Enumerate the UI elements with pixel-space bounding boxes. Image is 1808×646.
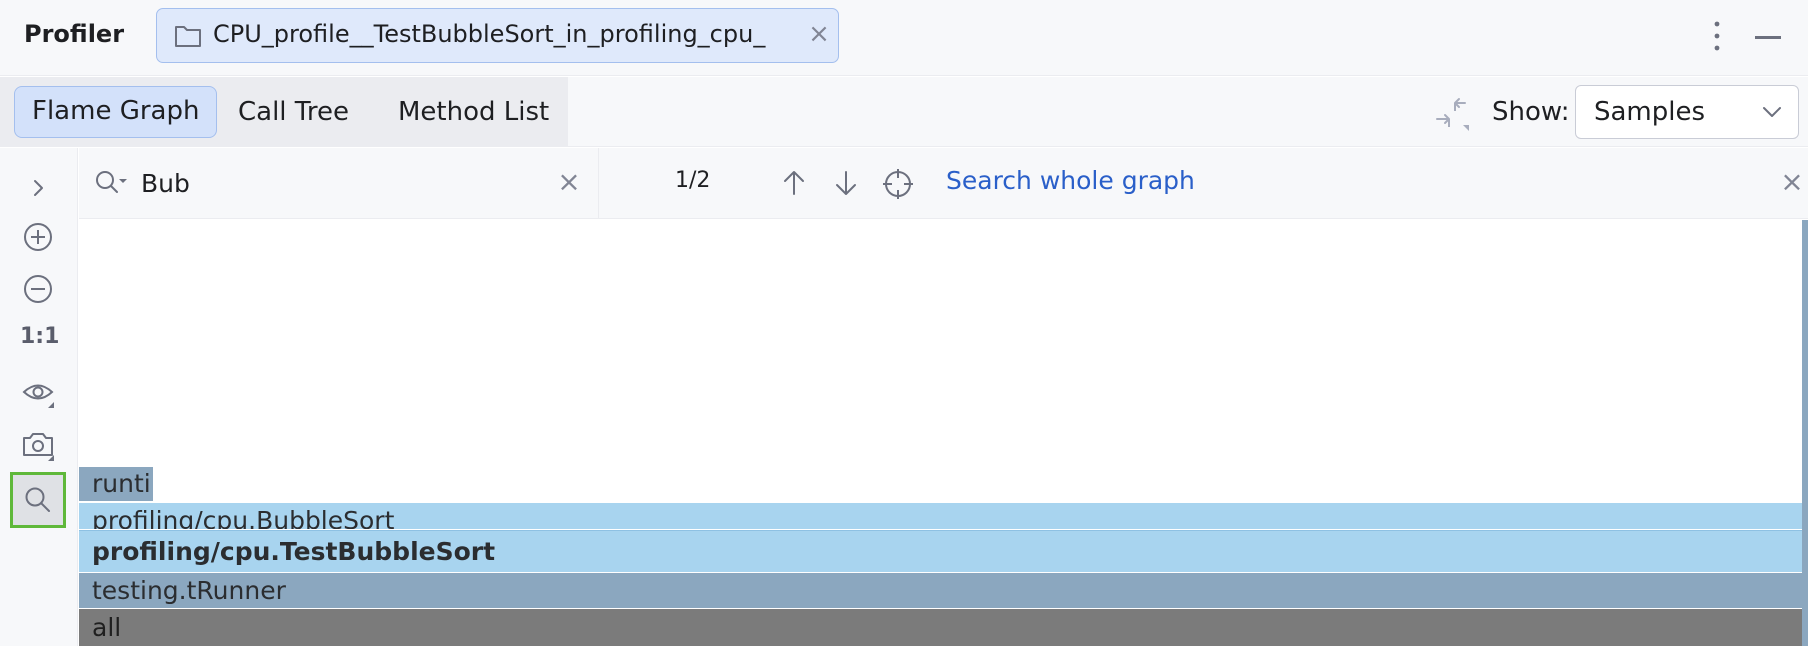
minimize-icon[interactable] <box>1755 36 1781 39</box>
match-count: 1/2 <box>675 168 711 193</box>
view-toolbar: Flame Graph Call Tree Method List Show: … <box>0 77 1808 147</box>
show-select-value: Samples <box>1594 97 1706 127</box>
search-input[interactable] <box>139 164 519 202</box>
flame-frame-runtime[interactable]: runtir <box>79 467 153 501</box>
flame-frame-all[interactable]: all <box>79 609 1808 646</box>
search-toggle-button[interactable] <box>10 472 66 528</box>
chevron-down-icon <box>1763 107 1781 117</box>
camera-icon[interactable] <box>20 427 56 463</box>
flame-frame-bubblesort[interactable]: profiling/cpu.BubbleSort <box>79 503 1802 529</box>
locate-icon[interactable] <box>881 167 915 201</box>
show-select[interactable]: Samples <box>1575 85 1799 139</box>
arrow-down-icon[interactable] <box>831 167 861 199</box>
search-icon <box>25 487 50 512</box>
clear-search-icon[interactable]: × <box>556 167 582 197</box>
show-label: Show: <box>1492 97 1570 127</box>
flame-frame-trunner[interactable]: testing.tRunner <box>79 573 1808 608</box>
flame-frame-testbubblesort[interactable]: profiling/cpu.TestBubbleSort <box>79 530 1808 572</box>
zoom-in-icon[interactable] <box>20 219 56 255</box>
eye-icon[interactable] <box>20 375 56 411</box>
expand-icon[interactable] <box>20 170 56 206</box>
more-vertical-icon[interactable] <box>1707 16 1727 56</box>
collapse-icon[interactable] <box>1433 95 1471 133</box>
arrow-up-icon[interactable] <box>779 167 809 199</box>
view-tabs: Flame Graph Call Tree Method List <box>0 77 568 147</box>
search-history-icon[interactable] <box>93 168 129 198</box>
folder-icon <box>175 26 201 47</box>
search-whole-graph-link[interactable]: Search whole graph <box>946 166 1195 195</box>
close-tab-icon[interactable]: × <box>806 21 832 47</box>
file-tab[interactable]: CPU_profile__TestBubbleSort_in_profiling… <box>156 8 839 63</box>
tab-call-tree[interactable]: Call Tree <box>221 86 366 138</box>
app-title: Profiler <box>24 20 125 48</box>
flame-graph: runtir profiling/cpu.BubbleSort profilin… <box>79 220 1808 646</box>
divider <box>598 148 599 219</box>
file-tab-label: CPU_profile__TestBubbleSort_in_profiling… <box>213 20 766 48</box>
close-search-icon[interactable]: × <box>1779 167 1805 197</box>
left-tool-strip: 1:1 <box>0 148 78 646</box>
title-bar: Profiler CPU_profile__TestBubbleSort_in_… <box>0 0 1808 76</box>
search-bar: × 1/2 Search whole graph × <box>79 148 1808 219</box>
tab-method-list[interactable]: Method List <box>381 86 566 138</box>
reset-zoom-button[interactable]: 1:1 <box>20 324 60 349</box>
zoom-out-icon[interactable] <box>20 271 56 307</box>
scrollbar[interactable] <box>1802 220 1808 646</box>
tab-flame-graph[interactable]: Flame Graph <box>14 86 218 138</box>
